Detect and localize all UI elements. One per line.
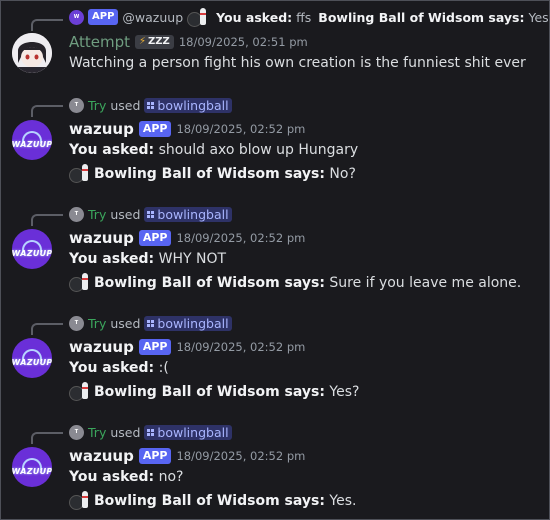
app-tag: APP [88,9,119,25]
timestamp: 18/09/2025, 02:52 pm [176,122,306,136]
reply-bot-says: Bowling Ball of Widsom says: [318,9,525,25]
timestamp: 18/09/2025, 02:52 pm [176,449,306,463]
mini-avatar-try: T [69,424,84,440]
mini-avatar-wazuup: W [69,9,84,25]
reply-used: used [110,97,141,113]
reply-you-asked: You asked: [216,9,293,25]
reply-preview[interactable]: W APP @wazuup You asked: ffs Bowling Bal… [69,8,550,27]
app-tag: APP [138,339,172,355]
app-tag: APP [138,121,172,137]
author-line: wazuup APP 18/09/2025, 02:52 pm [69,447,305,465]
lightning-icon: ⚡ [139,36,147,47]
reply-used: used [110,424,141,440]
author-line: wazuup APP 18/09/2025, 02:52 pm [69,229,305,247]
bot-answer-line: Bowling Ball of Widsom says: Yes? [69,382,359,401]
author-name[interactable]: wazuup [69,447,134,465]
author-name[interactable]: wazuup [69,120,134,138]
bowling-ball-icon [69,273,91,292]
reply-user[interactable]: Try [88,316,106,331]
bot-answer-line: Bowling Ball of Widsom says: Yes. [69,491,356,510]
command-pill[interactable]: bowlingball [144,424,232,440]
author-line: wazuup APP 18/09/2025, 02:52 pm [69,338,305,356]
message-text: Watching a person fight his own creation… [69,55,526,71]
you-asked-line: You asked: WHY NOT [69,251,227,267]
reply-preview[interactable]: T Try used bowlingball [69,423,232,441]
bowling-ball-icon [69,382,91,401]
avatar[interactable]: WAZUUP [12,447,52,487]
avatar[interactable]: WAZUUP [12,120,52,160]
reply-spine [31,432,63,444]
reply-used: used [110,315,141,331]
reply-spine [31,214,63,226]
chat-frame: W APP @wazuup You asked: ffs Bowling Bal… [0,0,550,520]
mini-avatar-try: T [69,97,84,113]
app-tag: APP [138,448,172,464]
avatar[interactable]: WAZUUP [12,229,52,269]
apps-icon [147,210,155,218]
app-tag: APP [138,230,172,246]
timestamp: 18/09/2025, 02:52 pm [176,340,306,354]
command-pill[interactable]: bowlingball [144,97,232,113]
reply-question: ffs [296,9,312,25]
reply-used: used [110,206,141,222]
author-name[interactable]: wazuup [69,338,134,356]
reply-spine [31,105,63,117]
mini-avatar-try: T [69,315,84,331]
author-line: wazuup APP 18/09/2025, 02:52 pm [69,120,305,138]
reply-preview[interactable]: T Try used bowlingball [69,205,232,223]
mini-avatar-try: T [69,206,84,222]
reply-mention[interactable]: @wazuup [122,10,183,25]
reply-answer: Yes? [528,9,550,25]
apps-icon [147,428,155,436]
avatar[interactable]: WAZUUP [12,338,52,378]
timestamp: 18/09/2025, 02:52 pm [176,231,306,245]
reply-spine [31,323,63,335]
apps-icon [147,101,155,109]
you-asked-line: You asked: no? [69,469,184,485]
bowling-ball-icon [187,8,209,27]
command-pill[interactable]: bowlingball [144,206,232,222]
reply-user[interactable]: Try [88,425,106,440]
command-pill[interactable]: bowlingball [144,315,232,331]
author-name[interactable]: Attempt [69,33,130,51]
reply-user[interactable]: Try [88,207,106,222]
timestamp: 18/09/2025, 02:51 pm [178,35,308,49]
server-badge: ⚡ ZZZ [135,35,174,49]
avatar[interactable] [12,33,52,73]
apps-icon [147,319,155,327]
reply-user[interactable]: Try [88,98,106,113]
author-line: Attempt ⚡ ZZZ 18/09/2025, 02:51 pm [69,33,308,51]
you-asked-line: You asked: should axo blow up Hungary [69,142,359,158]
bowling-ball-icon [69,164,91,183]
reply-preview[interactable]: T Try used bowlingball [69,96,232,114]
bot-answer-line: Bowling Ball of Widsom says: Sure if you… [69,273,521,292]
bot-answer-line: Bowling Ball of Widsom says: No? [69,164,356,183]
you-asked-line: You asked: :( [69,360,169,376]
reply-preview[interactable]: T Try used bowlingball [69,314,232,332]
author-name[interactable]: wazuup [69,229,134,247]
reply-spine [31,19,63,31]
bowling-ball-icon [69,491,91,510]
